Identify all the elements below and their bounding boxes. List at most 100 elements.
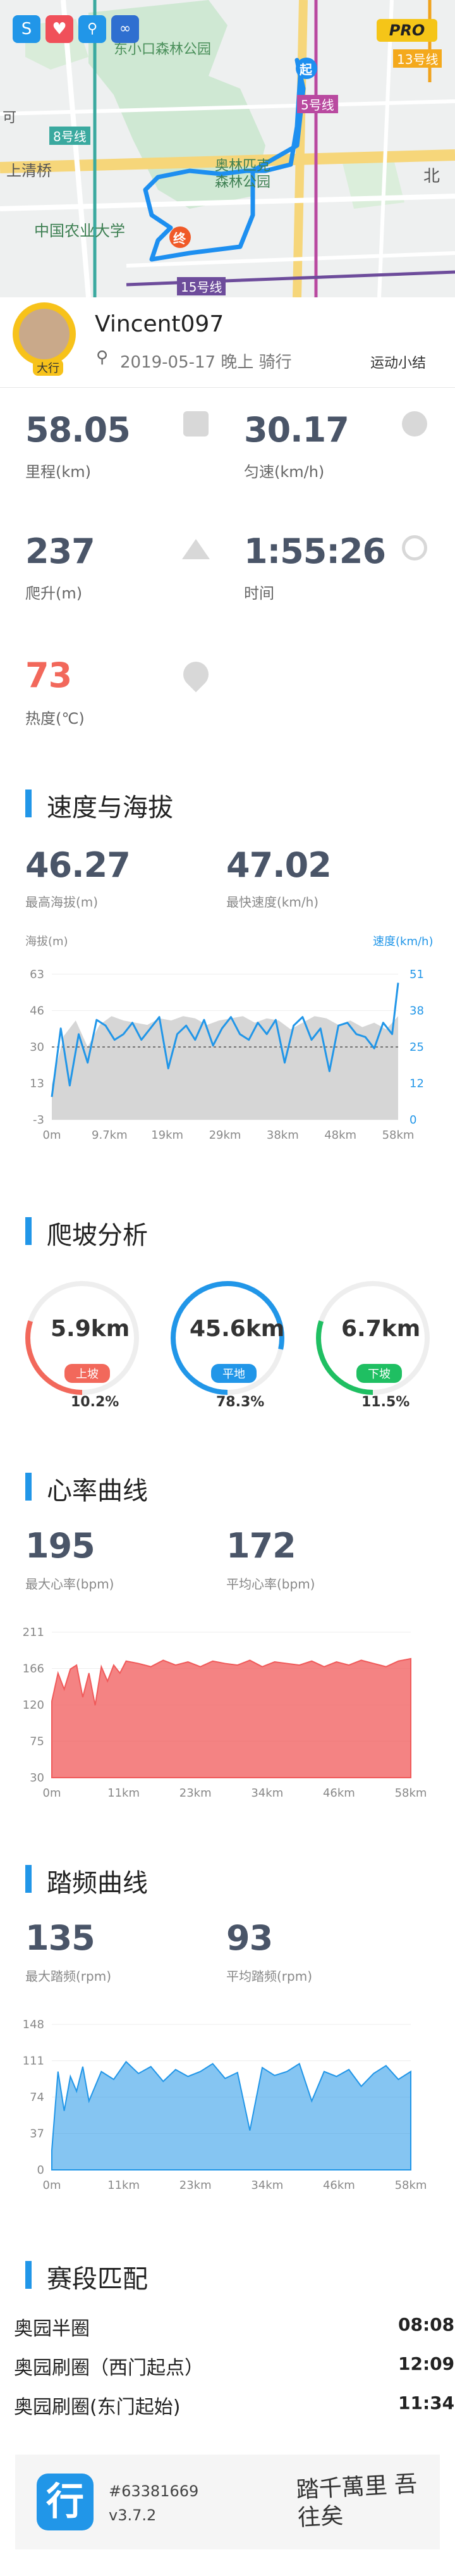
x-tick-label: 11km (107, 2179, 140, 2192)
max-speed-value: 47.02 (226, 845, 332, 885)
avatar-tag: 大行 (33, 359, 63, 376)
max-alt-value: 46.27 (25, 845, 131, 885)
section-bar-climb (25, 1217, 32, 1245)
avatar-face (19, 309, 70, 359)
series-area (51, 1657, 411, 1778)
max-cadence-value: 135 (25, 1918, 95, 1958)
x-tick-label: 23km (179, 1786, 212, 1800)
y-tick-label: 30 (30, 1771, 44, 1785)
segment-time-1: 08:08 (398, 2314, 455, 2335)
header-divider (0, 387, 455, 388)
y-tick-label: 111 (23, 2055, 44, 2068)
x-tick-label: 11km (107, 1786, 140, 1800)
distance-value: 58.05 (25, 410, 131, 450)
user-sub: 2019-05-17 晚上 骑行 (120, 353, 292, 372)
y-tick-label: 148 (23, 2018, 44, 2031)
flame-icon (178, 656, 214, 693)
speed-icon (402, 411, 427, 437)
series-area (51, 2060, 411, 2170)
section-title-heart: 心率曲线 (47, 1477, 148, 1506)
cycle-icon[interactable]: ⚲ (78, 15, 106, 43)
max-alt-label: 最高海拔(m) (25, 895, 99, 910)
y-right-tick-label: 25 (410, 1041, 424, 1054)
x-tick-label: 0m (43, 1129, 61, 1142)
climb-flat-pct: 78.3% (216, 1394, 265, 1410)
map-label-road: 可 (3, 110, 17, 126)
x-tick-label: 19km (151, 1129, 183, 1142)
route-icon[interactable]: ∞ (111, 15, 139, 43)
x-tick-label: 46km (323, 2179, 355, 2192)
max-hr-value: 195 (25, 1526, 95, 1566)
chart1-right-axis-title: 速度(km/h) (373, 935, 434, 948)
x-tick-label: 38km (267, 1129, 299, 1142)
clock-icon (402, 535, 427, 560)
bike-icon: ⚲ (96, 348, 109, 367)
segment-time-3: 11:34 (398, 2393, 455, 2413)
section-bar-cadence (25, 1865, 32, 1893)
x-tick-label: 34km (251, 1786, 283, 1800)
x-tick-label: 9.7km (92, 1129, 128, 1142)
y-tick-label: 211 (23, 1626, 44, 1639)
climb-down-value: 6.7km (341, 1316, 421, 1342)
map-label-olympic: 奥林匹克 森林公园 (215, 158, 271, 190)
segment-time-2: 12:09 (398, 2353, 455, 2374)
y-tick-label: 120 (23, 1699, 44, 1712)
calories-value: 73 (25, 655, 72, 695)
map-label-cau: 中国农业大学 (34, 222, 125, 240)
section-title-speed: 速度与海拔 (47, 793, 173, 822)
climb-value: 237 (25, 531, 95, 571)
segment-name-3[interactable]: 奥园刷圈(东门起始) (14, 2391, 180, 2419)
y-left-tick-label: 63 (30, 968, 44, 981)
map-canvas (0, 0, 455, 297)
climb-up-tag: 上坡 (64, 1364, 110, 1383)
y-right-tick-label: 51 (410, 968, 424, 981)
shoe-icon (183, 411, 209, 437)
avg-hr-label: 平均心率(bpm) (226, 1576, 315, 1592)
footer-version: v3.7.2 (109, 2506, 157, 2524)
x-tick-label: 58km (395, 2179, 427, 2192)
y-right-tick-label: 12 (410, 1077, 424, 1091)
map-label-line8: 8号线 (49, 127, 90, 145)
x-tick-label: 0m (43, 1786, 61, 1800)
climb-up-value: 5.9km (51, 1316, 130, 1342)
x-tick-label: 0m (43, 2179, 61, 2192)
map-label-line5: 5号线 (297, 95, 338, 113)
map-label-line15: 15号线 (177, 277, 226, 295)
time-label: 时间 (244, 585, 274, 602)
map-label-north: 北 (423, 167, 440, 186)
speed-value: 30.17 (244, 410, 349, 450)
altitude-area (52, 1016, 398, 1120)
section-title-segments: 赛段匹配 (47, 2265, 148, 2294)
section-title-climb: 爬坡分析 (47, 1221, 148, 1250)
y-tick-label: 37 (30, 2127, 44, 2141)
segment-name-1[interactable]: 奥园半圈 (14, 2313, 90, 2341)
x-tick-label: 23km (179, 2179, 212, 2192)
map-label-qinghe: 上清桥 (6, 162, 52, 180)
climb-up-pct: 10.2% (71, 1394, 119, 1410)
x-tick-label: 46km (323, 1786, 355, 1800)
pro-badge[interactable]: PRO (377, 19, 437, 42)
route-map[interactable]: 东小口森林公园 13号线 8号线 5号线 上清桥 奥林匹克 森林公园 北 可 中… (0, 0, 455, 297)
summary-link[interactable]: 运动小结 (370, 352, 426, 372)
distance-label: 里程(km) (25, 463, 92, 481)
start-marker: 起 (300, 62, 312, 77)
y-right-tick-label: 38 (410, 1005, 424, 1018)
max-hr-label: 最大心率(bpm) (25, 1576, 114, 1592)
heart-icon[interactable]: ♥ (46, 15, 73, 43)
y-left-tick-label: 30 (30, 1041, 44, 1054)
y-left-tick-label: -3 (33, 1113, 44, 1127)
end-marker: 终 (173, 231, 186, 246)
calligraphy-signature: 踏千萬里 吾往矣 (296, 2470, 425, 2534)
y-tick-label: 74 (30, 2091, 44, 2104)
cadence-chart: 148 111 74 37 0 0m 11km 23km 34km 46km 58km (23, 2018, 427, 2192)
time-value: 1:55:26 (244, 531, 386, 571)
climb-down-pct: 11.5% (361, 1394, 410, 1410)
y-left-tick-label: 46 (30, 1005, 44, 1018)
section-title-cadence: 踏频曲线 (47, 1869, 148, 1898)
y-tick-label: 75 (30, 1735, 44, 1749)
heart-rate-chart: 211 166 120 75 300m 11km 23km 34km 46km 58km (23, 1626, 427, 1800)
climb-flat-tag: 平地 (211, 1364, 257, 1383)
segment-name-2[interactable]: 奥园刷圈（西门起点） (14, 2352, 203, 2380)
strava-icon[interactable]: S (13, 15, 40, 43)
section-bar-speed (25, 790, 32, 817)
